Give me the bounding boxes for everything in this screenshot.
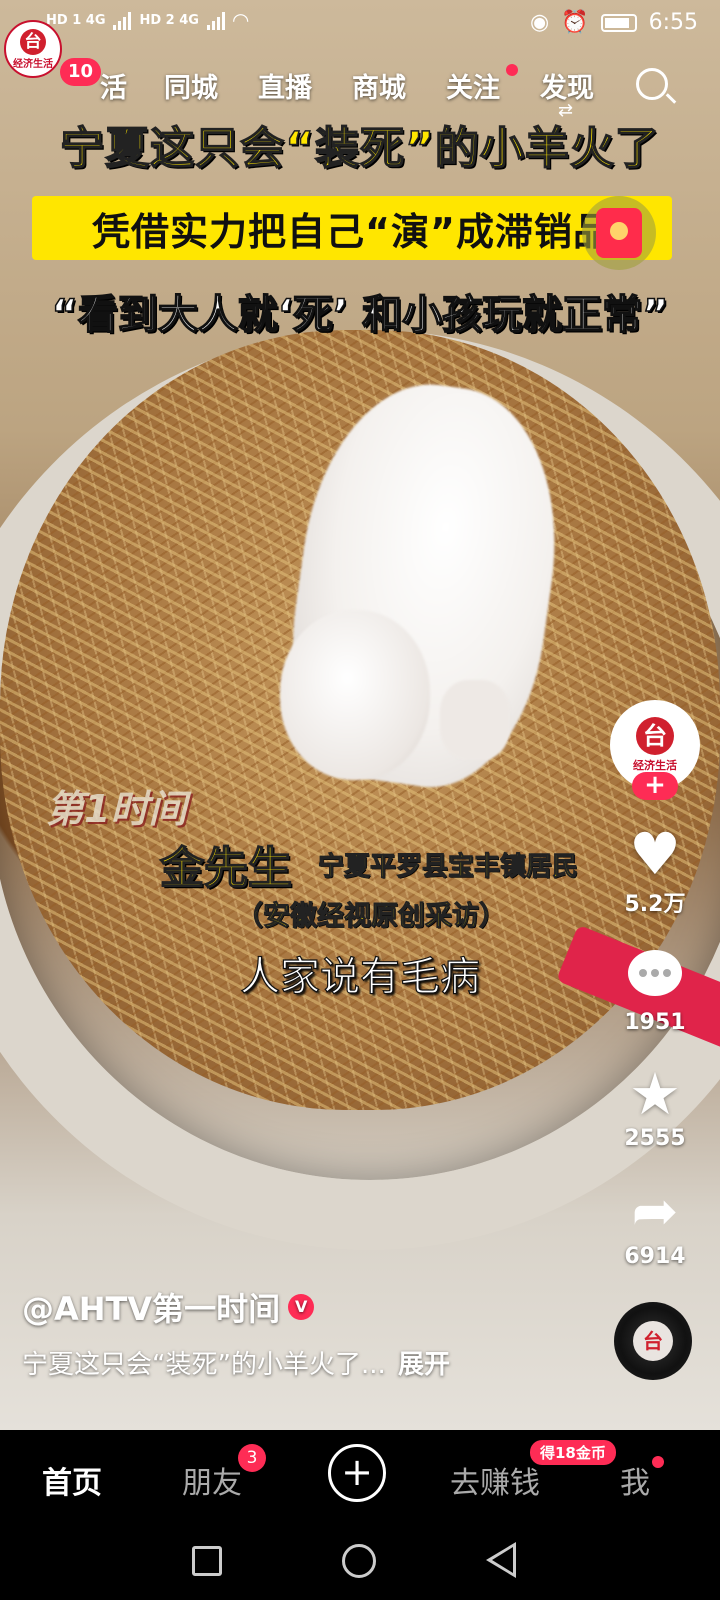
alarm-icon: ⏰ [561,10,589,35]
tab-live[interactable]: 直播 [258,66,312,105]
comment-icon [628,950,682,996]
friends-badge: 3 [238,1444,266,1472]
share-button[interactable]: ➦ 6914 [610,1179,700,1270]
video-title-line2-box: 凭借实力把自己“演”成滞销品 [32,196,672,260]
lamb-leg [440,680,510,760]
sim2-label: HD 2 4G [139,12,199,28]
following-dot [506,64,518,76]
tab-live-local[interactable]: 活 [100,66,127,105]
bottom-tab-bar: 首页 朋友 3 + 去赚钱 得18金币 我 [0,1430,720,1530]
battery-icon [600,13,637,32]
eye-icon: ◉ [529,10,550,35]
post-description[interactable]: 宁夏这只会“装死”的小羊火了... 展开 [22,1344,450,1381]
favorite-button[interactable]: ★ 2555 [610,1062,700,1151]
star-icon: ★ [629,1060,681,1128]
speaker-role: 宁夏平罗县宝丰镇居民 [317,852,579,883]
tab-me[interactable]: 我 [620,1458,650,1502]
description-text: 宁夏这只会“装死”的小羊火了... [22,1350,386,1380]
tab-friends[interactable]: 朋友 [182,1458,242,1502]
tab-earn[interactable]: 去赚钱 [450,1458,540,1502]
wifi-icon: ◠ [232,8,249,32]
earn-badge: 得18金币 [530,1440,616,1465]
red-packet-icon [596,208,642,258]
tab-nearby[interactable]: 同城 [164,66,218,105]
like-button[interactable]: ♥ 5.2万 [610,822,700,918]
signal-2-icon [206,10,225,30]
channel-logo-icon: 台 [20,28,46,55]
clock: 6:55 [648,10,698,35]
video-title-line2: 凭借实力把自己“演”成滞销品 [92,209,612,254]
comment-count: 1951 [624,1010,686,1035]
share-icon: ➦ [631,1179,679,1244]
recent-apps-icon[interactable] [192,1546,222,1576]
heart-icon: ♥ [629,820,681,888]
red-packet-button[interactable] [582,196,656,270]
swap-icon: ⇄ [558,100,574,121]
author-name-row[interactable]: @AHTV第一时间 V [22,1284,315,1330]
share-count: 6914 [624,1244,686,1269]
expand-link[interactable]: 展开 [398,1350,450,1380]
sim1-label: HD 1 4G [46,12,106,28]
tab-mall[interactable]: 商城 [352,66,406,105]
like-count: 5.2万 [624,892,686,917]
search-icon[interactable] [636,68,668,100]
favorite-count: 2555 [624,1126,686,1151]
home-icon[interactable] [342,1544,376,1578]
speaker-name: 金先生 [159,842,293,895]
status-right: ◉ ⏰ 6:55 [530,10,698,35]
video-title-line1: 宁夏这只会“装死”的小羊火了 [59,122,660,175]
video-title-line3: “看到大人就‘死’ 和小孩玩就正常” [51,291,669,339]
verified-icon: V [288,1294,315,1320]
lamb-head [280,610,430,780]
comment-button[interactable]: 1951 [610,942,700,1035]
me-dot [652,1456,664,1468]
network-indicators: HD 1 4G HD 2 4G ◠ [46,8,248,32]
signal-1-icon [113,10,132,30]
tab-following[interactable]: 关注 [446,66,500,105]
system-nav-bar [0,1530,720,1600]
author-name[interactable]: @AHTV第一时间 [22,1284,280,1330]
follow-button[interactable]: + [632,772,678,800]
source-note: （安徽经视原创采访） [236,901,507,933]
top-nav: 活 同城 直播 商城 关注 发现 [0,66,720,106]
music-disc-logo-icon: 台 [633,1321,673,1361]
program-logo: 第1时间 [46,787,187,831]
tab-home[interactable]: 首页 [42,1458,102,1502]
status-bar: HD 1 4G HD 2 4G ◠ ◉ ⏰ 6:55 [0,0,720,46]
back-icon[interactable] [486,1542,516,1578]
music-disc[interactable]: 台 [614,1302,692,1380]
create-button[interactable]: + [328,1444,386,1502]
avatar-logo-icon: 台 [636,717,674,755]
